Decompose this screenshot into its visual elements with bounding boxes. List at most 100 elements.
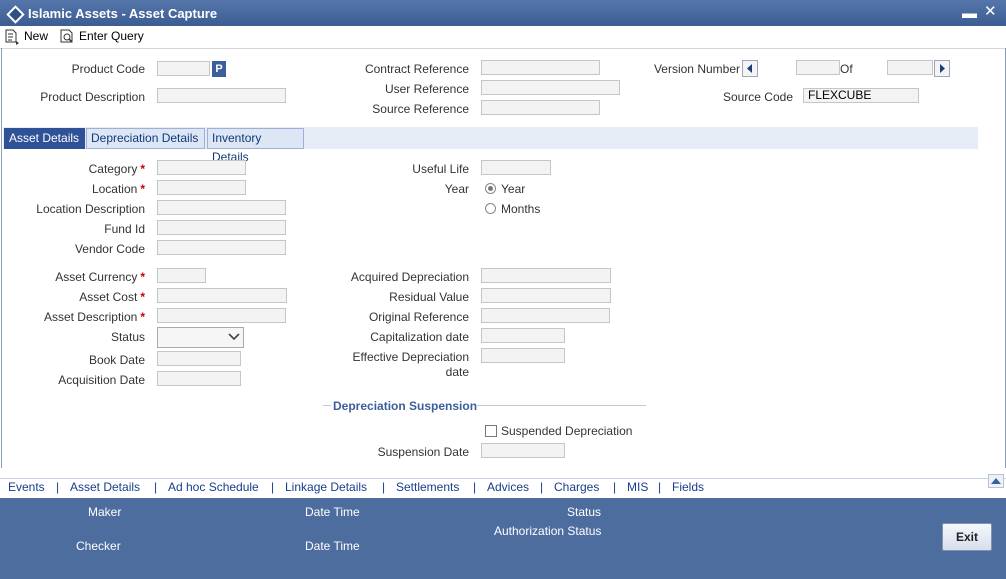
- enter-query-icon[interactable]: [59, 28, 75, 47]
- link-separator: |: [56, 480, 60, 494]
- events-link[interactable]: Events: [8, 480, 45, 494]
- link-separator: |: [658, 480, 662, 494]
- required-marker: *: [140, 182, 145, 196]
- location-label: Location *: [91, 182, 145, 196]
- version-number-input[interactable]: [796, 60, 840, 75]
- asset-cost-input[interactable]: [157, 288, 287, 303]
- product-code-lookup-button[interactable]: P: [212, 61, 226, 77]
- link-separator: |: [473, 480, 477, 494]
- asset-description-label: Asset Description *: [43, 310, 145, 324]
- status-label: Status: [567, 505, 602, 519]
- total-versions-input[interactable]: [887, 60, 933, 75]
- useful-life-label: Useful Life: [412, 162, 469, 176]
- section-divider: [477, 405, 646, 406]
- contract-reference-input[interactable]: [481, 60, 600, 75]
- useful-life-input[interactable]: [481, 160, 551, 175]
- chevron-left-icon: [747, 64, 752, 73]
- fund-id-input[interactable]: [157, 220, 286, 235]
- source-reference-label: Source Reference: [372, 102, 469, 116]
- residual-value-input[interactable]: [481, 288, 611, 303]
- required-marker: *: [140, 162, 145, 176]
- asset-description-input[interactable]: [157, 308, 286, 323]
- new-icon[interactable]: [4, 29, 20, 48]
- suspended-depreciation-checkbox[interactable]: [485, 425, 497, 437]
- product-description-input[interactable]: [157, 88, 286, 103]
- original-reference-input[interactable]: [481, 308, 610, 323]
- required-marker: *: [140, 290, 145, 304]
- tab-asset-details[interactable]: Asset Details: [4, 128, 85, 149]
- advices-link[interactable]: Advices: [487, 480, 529, 494]
- months-radio[interactable]: [485, 203, 496, 214]
- fund-id-label: Fund Id: [104, 222, 145, 236]
- suspension-date-label: Suspension Date: [377, 445, 469, 459]
- user-reference-input[interactable]: [481, 80, 620, 95]
- previous-version-button[interactable]: [742, 60, 758, 77]
- chevron-down-icon: [228, 333, 240, 341]
- asset-currency-label: Asset Currency *: [55, 270, 145, 284]
- tab-inventory-details[interactable]: Inventory Details: [207, 128, 304, 164]
- checker-date-time-label: Date Time: [305, 539, 360, 553]
- link-separator: |: [154, 480, 158, 494]
- new-button[interactable]: New: [24, 29, 48, 43]
- chevron-right-icon: [940, 64, 945, 73]
- effective-depreciation-date-input[interactable]: [481, 348, 565, 363]
- required-marker: *: [140, 270, 145, 284]
- location-description-label: Location Description: [36, 202, 145, 216]
- acquired-depreciation-label: Acquired Depreciation: [350, 270, 469, 284]
- acquired-depreciation-input[interactable]: [481, 268, 611, 283]
- book-date-label: Book Date: [88, 353, 145, 367]
- version-number-label: Version Number: [653, 62, 740, 76]
- exit-button[interactable]: Exit: [942, 523, 992, 551]
- category-input[interactable]: [157, 160, 246, 175]
- link-separator: |: [271, 480, 275, 494]
- acquisition-date-input[interactable]: [157, 371, 241, 386]
- months-option-label: Months: [501, 202, 541, 216]
- product-code-label: Product Code: [71, 62, 145, 76]
- asset-details-link[interactable]: Asset Details: [70, 480, 140, 494]
- enter-query-button[interactable]: Enter Query: [79, 29, 144, 43]
- location-description-input[interactable]: [157, 200, 286, 215]
- settlements-link[interactable]: Settlements: [396, 480, 459, 494]
- close-icon[interactable]: ✕: [984, 4, 997, 19]
- link-separator: |: [613, 480, 617, 494]
- product-code-input[interactable]: [157, 61, 210, 76]
- source-reference-input[interactable]: [481, 100, 600, 115]
- status-label: Status: [110, 330, 145, 344]
- year-option-label: Year: [501, 182, 526, 196]
- charges-link[interactable]: Charges: [554, 480, 599, 494]
- audit-footer: [0, 498, 1006, 579]
- vendor-code-input[interactable]: [157, 240, 286, 255]
- asset-currency-input[interactable]: [157, 268, 206, 283]
- status-select[interactable]: [157, 327, 244, 348]
- tab-depreciation-details[interactable]: Depreciation Details: [86, 128, 205, 149]
- fields-link[interactable]: Fields: [672, 480, 704, 494]
- year-radio[interactable]: [485, 183, 496, 194]
- section-divider: [323, 405, 331, 406]
- mis-link[interactable]: MIS: [627, 480, 648, 494]
- book-date-input[interactable]: [157, 351, 241, 366]
- collapse-button[interactable]: [988, 474, 1004, 488]
- ad-hoc-schedule-link[interactable]: Ad hoc Schedule: [168, 480, 259, 494]
- source-code-label: Source Code: [722, 90, 793, 104]
- suspended-depreciation-label: Suspended Depreciation: [501, 424, 633, 438]
- next-version-button[interactable]: [934, 60, 950, 77]
- location-input[interactable]: [157, 180, 246, 195]
- maker-date-time-label: Date Time: [305, 505, 360, 519]
- capitalization-date-input[interactable]: [481, 328, 565, 343]
- linkage-details-link[interactable]: Linkage Details: [285, 480, 367, 494]
- year-label: Year: [444, 182, 469, 196]
- source-code-input[interactable]: FLEXCUBE: [803, 88, 919, 103]
- suspension-date-input[interactable]: [481, 443, 565, 458]
- link-separator: |: [540, 480, 544, 494]
- depreciation-suspension-legend: Depreciation Suspension: [333, 399, 478, 413]
- link-separator: |: [382, 480, 386, 494]
- maker-label: Maker: [88, 505, 122, 519]
- user-reference-label: User Reference: [384, 82, 469, 96]
- original-reference-label: Original Reference: [368, 310, 469, 324]
- toolbar: [0, 26, 1006, 49]
- checker-label: Checker: [76, 539, 121, 553]
- residual-value-label: Residual Value: [389, 290, 469, 304]
- contract-reference-label: Contract Reference: [364, 62, 469, 76]
- of-label: Of: [840, 62, 853, 76]
- minimize-icon[interactable]: ▬: [962, 6, 977, 21]
